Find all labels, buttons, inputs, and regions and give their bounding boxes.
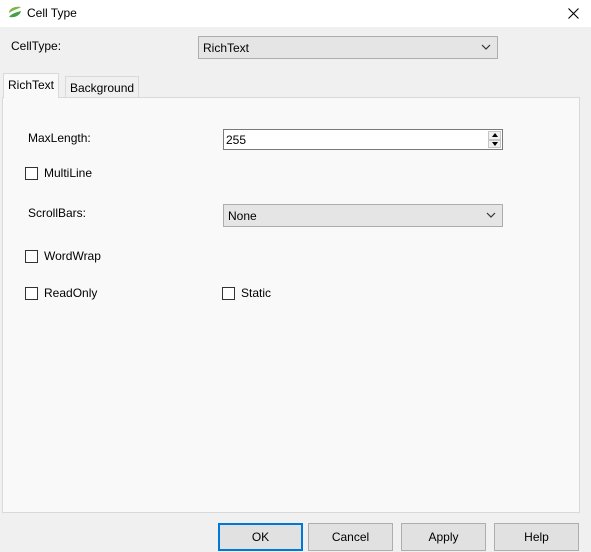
static-option[interactable]: Static bbox=[222, 286, 271, 300]
window-title: Cell Type bbox=[27, 6, 77, 20]
wordwrap-option[interactable]: WordWrap bbox=[25, 249, 101, 263]
tab-richtext-label: RichText bbox=[8, 78, 55, 92]
chevron-down-icon bbox=[486, 212, 496, 218]
apply-button-label: Apply bbox=[428, 530, 459, 544]
scrollbars-dropdown[interactable]: None bbox=[223, 204, 503, 227]
multiline-option[interactable]: MultiLine bbox=[25, 166, 92, 180]
help-button[interactable]: Help bbox=[494, 523, 579, 551]
maxlength-label: MaxLength: bbox=[28, 131, 91, 145]
spin-up-icon bbox=[491, 133, 498, 138]
ok-button-label: OK bbox=[251, 530, 270, 544]
static-checkbox[interactable] bbox=[222, 286, 235, 300]
scrollbars-selected: None bbox=[228, 209, 257, 223]
spin-up-button[interactable] bbox=[488, 131, 501, 140]
maxlength-value: 255 bbox=[226, 133, 247, 147]
wordwrap-checkbox[interactable] bbox=[25, 249, 38, 263]
readonly-label: ReadOnly bbox=[44, 286, 98, 300]
ok-button[interactable]: OK bbox=[218, 523, 303, 551]
tab-background-label: Background bbox=[70, 81, 135, 95]
cancel-button-label: Cancel bbox=[331, 530, 370, 544]
celltype-label: CellType: bbox=[11, 39, 62, 53]
wordwrap-label: WordWrap bbox=[44, 249, 101, 263]
help-button-label: Help bbox=[524, 530, 549, 544]
title-bar: Cell Type bbox=[0, 0, 591, 27]
close-icon bbox=[567, 8, 579, 19]
celltype-selected: RichText bbox=[203, 41, 250, 55]
chevron-down-icon bbox=[481, 44, 491, 50]
close-button[interactable] bbox=[555, 0, 591, 27]
readonly-option[interactable]: ReadOnly bbox=[25, 286, 97, 300]
celltype-dropdown[interactable]: RichText bbox=[198, 36, 498, 59]
maxlength-stepper[interactable]: 255 bbox=[223, 129, 503, 150]
tab-richtext[interactable]: RichText bbox=[3, 73, 60, 98]
tab-panel-richtext: MaxLength: 255 MultiLine ScrollBars: Non… bbox=[2, 97, 580, 513]
spin-down-button[interactable] bbox=[488, 139, 501, 148]
apply-button[interactable]: Apply bbox=[401, 523, 486, 551]
app-logo-icon bbox=[9, 6, 21, 18]
cancel-button[interactable]: Cancel bbox=[308, 523, 393, 551]
static-label: Static bbox=[241, 286, 272, 300]
multiline-label: MultiLine bbox=[44, 166, 93, 180]
readonly-checkbox[interactable] bbox=[25, 286, 38, 300]
spin-down-icon bbox=[491, 141, 498, 146]
multiline-checkbox[interactable] bbox=[25, 166, 38, 180]
tab-background[interactable]: Background bbox=[65, 76, 139, 98]
scrollbars-label: ScrollBars: bbox=[28, 206, 87, 220]
spin-buttons bbox=[488, 131, 501, 148]
